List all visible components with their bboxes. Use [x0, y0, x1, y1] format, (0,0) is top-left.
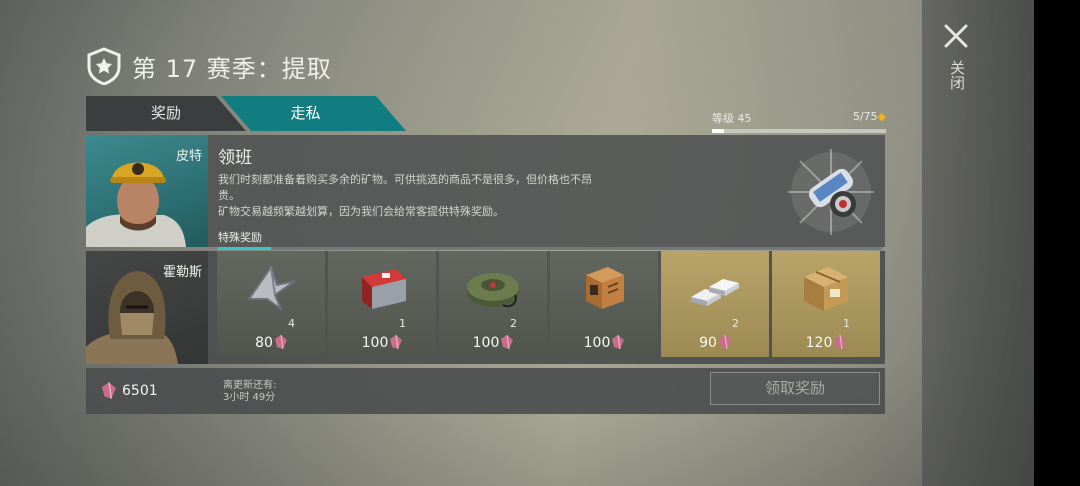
refresh-label: 离更新还有: [223, 380, 277, 391]
special-reward-label: 特殊奖励 [218, 231, 262, 244]
item-price: 90 [661, 335, 769, 351]
item-price: 80 [217, 335, 325, 351]
item-quantity: 1 [843, 317, 850, 330]
item-price-value: 90 [699, 335, 717, 351]
level-progress-text: 5/75 [852, 110, 878, 123]
item-price-value: 100 [583, 335, 611, 351]
tab-bar: 奖励 走私 [86, 96, 416, 132]
trader-name-horace: 霍勒斯 [162, 265, 202, 280]
shop-item[interactable]: 4 80 [217, 251, 325, 357]
item-price-value: 120 [805, 335, 833, 351]
crystal-icon [612, 335, 625, 349]
item-price: 100 [328, 335, 436, 351]
trader-portrait-horace[interactable]: 霍勒斯 [86, 251, 208, 364]
close-icon[interactable] [940, 20, 972, 52]
item-list: 4 80 1 100 2 100 100 2 90 1 120 [217, 251, 880, 357]
trader-name-pete: 皮特 [175, 149, 202, 164]
smuggling-panel: 皮特 领班 我们时刻都准备着购买多余的矿物。可供挑选的商品不是很多，但价格也不昂… [86, 135, 885, 414]
close-button[interactable]: 关闭 [938, 20, 974, 100]
item-price-value: 100 [361, 335, 389, 351]
red-toolbox-icon [362, 269, 406, 309]
crystal-icon [501, 335, 514, 349]
offer-info: 领班 我们时刻都准备着购买多余的矿物。可供挑选的商品不是很多，但价格也不昂 贵。… [218, 143, 658, 220]
metal-ingots-icon [691, 279, 739, 306]
crystal-icon [102, 382, 116, 399]
special-reward-bar [218, 247, 882, 250]
item-price-value: 100 [472, 335, 500, 351]
offer-description-line1: 我们时刻都准备着购买多余的矿物。可供挑选的商品不是很多，但价格也不昂 [218, 173, 592, 186]
special-reward-icon[interactable] [786, 147, 876, 237]
item-price: 100 [550, 335, 658, 351]
shop-item[interactable]: 1 100 [328, 251, 436, 357]
crystal-balance: 6501 [100, 382, 158, 399]
item-price-value: 80 [255, 335, 273, 351]
item-quantity: 1 [399, 317, 406, 330]
landmine-icon [467, 273, 519, 308]
level-progress-bar [712, 129, 886, 133]
page-title: 第 17 赛季：提取 [132, 54, 332, 83]
tab-smuggling-label: 走私 [290, 104, 321, 122]
level-progress: 等级 45 5/75◆ [712, 110, 886, 133]
crystal-icon [274, 335, 287, 349]
shop-item[interactable]: 100 [550, 251, 658, 357]
offer-description-line2: 贵。 [218, 189, 240, 202]
parts-box-icon [586, 267, 624, 309]
offer-description-line3: 矿物交易越频繁越划算，因为我们会给常客提供特殊奖励。 [218, 205, 504, 218]
crystal-icon [390, 335, 403, 349]
level-progress-fill [712, 129, 724, 133]
offer-row: 皮特 领班 我们时刻都准备着购买多余的矿物。可供挑选的商品不是很多，但价格也不昂… [86, 135, 885, 250]
item-quantity: 2 [510, 317, 517, 330]
diamond-icon: ◆ [877, 110, 886, 123]
close-label[interactable]: 关闭 [947, 60, 968, 90]
refresh-time: 3小时 49分 [223, 392, 276, 403]
cardboard-box-icon [804, 267, 848, 311]
refresh-timer: 离更新还有: 3小时 49分 [223, 380, 276, 404]
tab-rewards[interactable]: 奖励 [86, 96, 246, 131]
shop-item[interactable]: 1 120 [772, 251, 880, 357]
header: 第 17 赛季：提取 [86, 46, 332, 86]
item-quantity: 2 [732, 317, 739, 330]
screen-edge [1034, 0, 1080, 486]
crystal-balance-value: 6501 [122, 382, 158, 399]
item-price: 100 [439, 335, 547, 351]
shop-item[interactable]: 2 100 [439, 251, 547, 357]
season-shield-icon [87, 47, 121, 85]
shop-item[interactable]: 2 90 [661, 251, 769, 357]
item-quantity: 4 [288, 317, 295, 330]
claim-reward-button[interactable]: 领取奖励 [710, 372, 880, 405]
crystal-icon [834, 335, 847, 349]
level-label: 等级 45 [712, 112, 752, 125]
special-reward-progress: 特殊奖励 [218, 229, 882, 250]
trader-portrait-pete[interactable]: 皮特 [86, 135, 208, 247]
offer-title: 领班 [218, 148, 252, 168]
item-price: 120 [772, 335, 880, 351]
plane-parts-icon [247, 264, 296, 312]
special-reward-fill [218, 247, 272, 250]
footer-bar: 6501 离更新还有: 3小时 49分 领取奖励 [86, 368, 885, 414]
tab-smuggling[interactable]: 走私 [221, 96, 406, 131]
crystal-icon [718, 335, 731, 349]
